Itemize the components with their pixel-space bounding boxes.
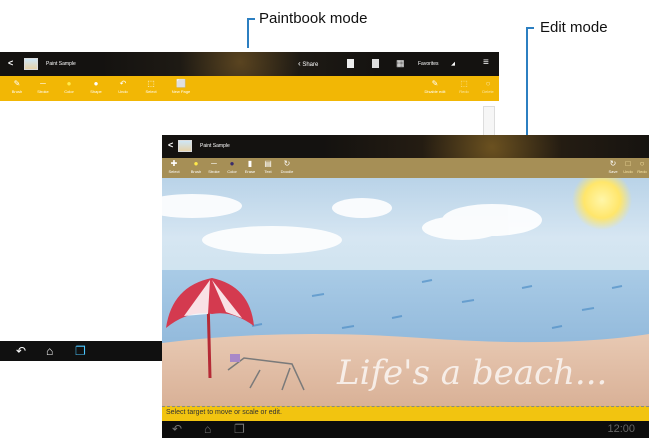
book-icon[interactable] bbox=[347, 59, 354, 68]
drawing-canvas[interactable]: Life's a beach... bbox=[162, 178, 649, 406]
canvas-caption: Life's a beach... bbox=[337, 353, 608, 393]
paintbook-title: Paint Sample bbox=[46, 61, 76, 67]
new-page-icon: ⬜ bbox=[176, 79, 186, 88]
recent-apps-icon[interactable]: ❐ bbox=[75, 344, 86, 358]
save-icon: ↻ bbox=[609, 159, 617, 168]
share-icon: ‹ bbox=[298, 59, 301, 68]
page-scroll-handle[interactable] bbox=[483, 106, 495, 136]
tool-disable-edit[interactable]: ✎ Disable edit bbox=[420, 79, 450, 94]
recent-apps-icon[interactable]: ❐ bbox=[234, 422, 245, 436]
share-button[interactable]: ‹ Share bbox=[298, 59, 318, 68]
chevron-down-icon: ◢ bbox=[451, 61, 455, 67]
favorites-dropdown[interactable]: Favorites ◢ bbox=[418, 59, 456, 70]
clock: 12:00 bbox=[607, 423, 635, 435]
paintbook-toolbar: ✎ Brush ─ Stroke ● Color ● Shape ↶ Undo ⬚ Sele… bbox=[0, 76, 499, 101]
paintbook-navigation-bar: ↶ ⌂ ❐ bbox=[0, 341, 162, 361]
home-icon[interactable]: ⌂ bbox=[46, 344, 53, 358]
status-message: Select target to move or scale or edit. bbox=[166, 409, 282, 416]
notebook-thumbnail bbox=[24, 58, 38, 70]
edit-icon: ✎ bbox=[431, 79, 439, 88]
notebook-thumbnail bbox=[178, 140, 192, 152]
edit-title-bar: < Paint Sample bbox=[162, 135, 649, 158]
edit-tool-doodle[interactable]: ↻ Doodle bbox=[275, 159, 299, 174]
paintbook-callout-tick bbox=[247, 18, 255, 20]
tool-shape[interactable]: ● Shape bbox=[84, 79, 108, 94]
tool-redo[interactable]: ⬚ Redo bbox=[452, 79, 476, 94]
tool-delete[interactable]: ○ Delete bbox=[476, 79, 500, 94]
shape-icon: ● bbox=[93, 79, 99, 88]
doodle-icon: ↻ bbox=[283, 159, 291, 168]
back-nav-icon[interactable]: ↶ bbox=[16, 344, 26, 358]
edit-navigation-bar: ↶ ⌂ ❐ 12:00 bbox=[162, 421, 649, 438]
edit-tool-redo[interactable]: ○ Redo bbox=[635, 159, 649, 174]
redo-icon: ⬚ bbox=[460, 79, 468, 88]
back-nav-icon[interactable]: ↶ bbox=[172, 422, 182, 436]
edit-tool-select[interactable]: ✚ Select bbox=[162, 159, 186, 174]
edit-mode-callout: Edit mode bbox=[540, 19, 608, 36]
undo-icon: □ bbox=[625, 159, 631, 168]
paintbook-mode-callout: Paintbook mode bbox=[259, 10, 368, 27]
redo-icon: ○ bbox=[639, 159, 645, 168]
tool-color[interactable]: ● Color bbox=[57, 79, 81, 94]
edit-toolbar: ✚ Select ● Brush ─ Stroke ● Color ▮ Erase ▤ Te… bbox=[162, 158, 649, 178]
undo-icon: ↶ bbox=[119, 79, 127, 88]
color-icon: ● bbox=[66, 79, 72, 88]
page-icon[interactable] bbox=[372, 59, 379, 68]
select-icon: ✚ bbox=[170, 159, 178, 168]
delete-icon: ○ bbox=[485, 79, 491, 88]
tool-brush[interactable]: ✎ Brush bbox=[5, 79, 29, 94]
back-icon[interactable]: < bbox=[8, 58, 13, 68]
home-icon[interactable]: ⌂ bbox=[204, 422, 211, 436]
stroke-icon: ─ bbox=[40, 79, 46, 88]
back-icon[interactable]: < bbox=[168, 140, 173, 150]
edit-tool-undo[interactable]: □ Undo bbox=[621, 159, 635, 174]
grid-icon[interactable]: ▦ bbox=[396, 58, 405, 69]
brush-icon: ✎ bbox=[13, 79, 21, 88]
paintbook-title-bar: < Paint Sample ‹ Share ▦ Favorites ◢ ≡ bbox=[0, 52, 499, 76]
paintbook-callout-line bbox=[247, 18, 249, 48]
tool-new-page[interactable]: ⬜ New Page bbox=[169, 79, 193, 94]
edit-tool-save[interactable]: ↻ Save bbox=[605, 159, 621, 174]
tool-undo[interactable]: ↶ Undo bbox=[111, 79, 135, 94]
edit-title: Paint Sample bbox=[200, 143, 230, 149]
select-icon: ⬚ bbox=[147, 79, 155, 88]
edit-callout-tick bbox=[526, 27, 534, 29]
edit-callout-line bbox=[526, 27, 528, 135]
status-bar: Select target to move or scale or edit. bbox=[162, 406, 649, 421]
tool-select[interactable]: ⬚ Select bbox=[139, 79, 163, 94]
menu-icon[interactable]: ≡ bbox=[483, 57, 489, 68]
tool-stroke[interactable]: ─ Stroke bbox=[31, 79, 55, 94]
